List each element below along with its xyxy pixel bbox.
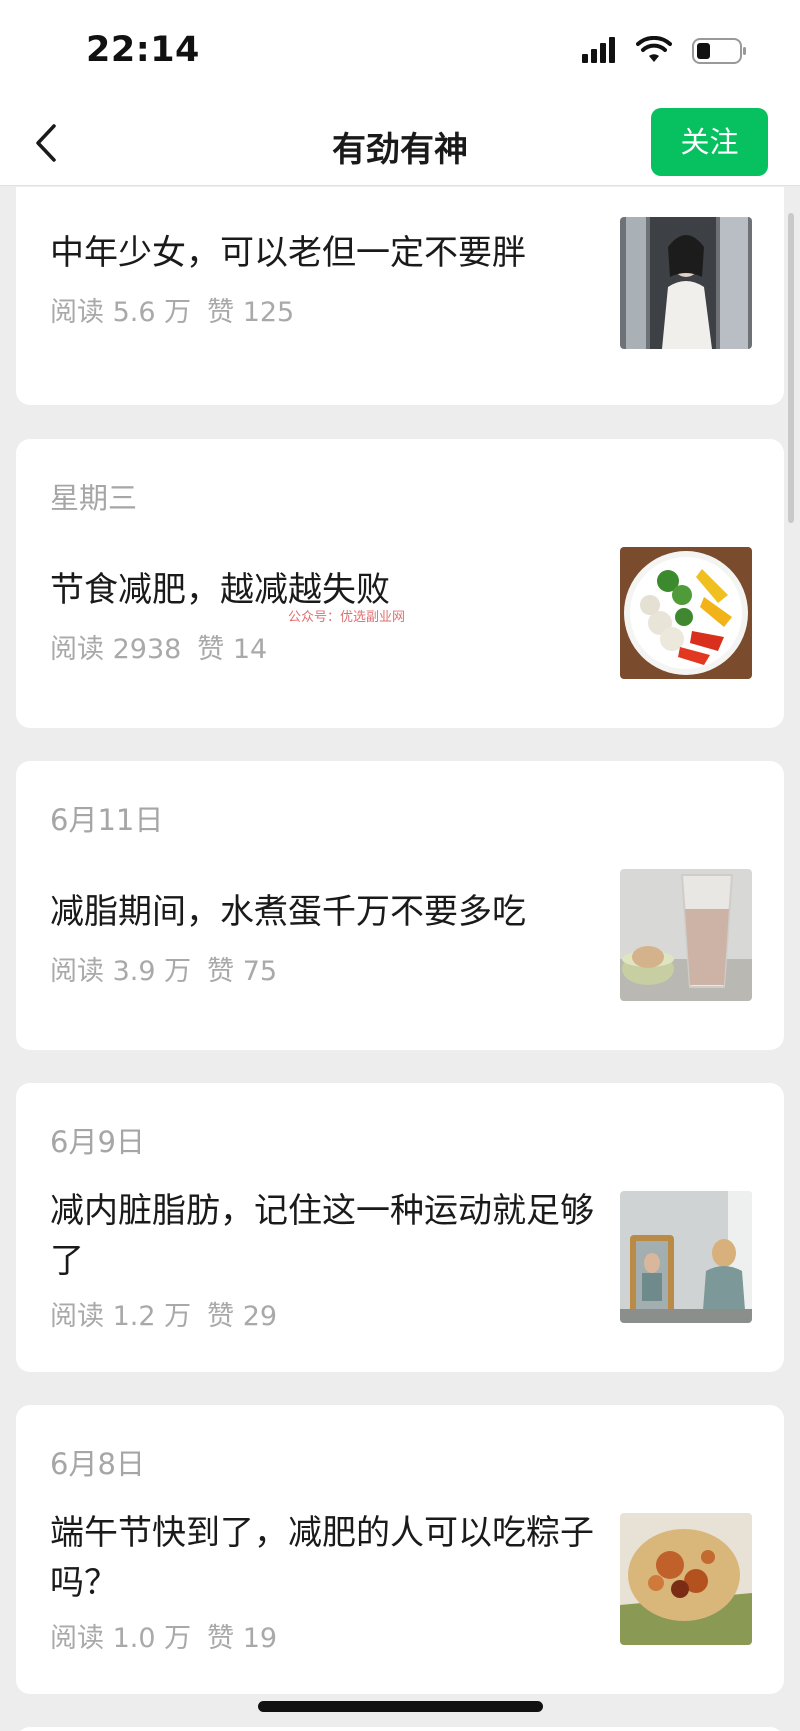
article-date: 星期三 bbox=[50, 481, 138, 515]
read-count: 阅读 3.9 万 bbox=[50, 956, 192, 987]
follow-button[interactable]: 关注 bbox=[651, 108, 768, 176]
article-date: 6月9日 bbox=[50, 1125, 145, 1159]
article-thumbnail bbox=[620, 547, 752, 679]
battery-icon bbox=[692, 38, 746, 64]
article-meta: 阅读 2938 赞 14 bbox=[50, 627, 267, 666]
read-count: 阅读 5.6 万 bbox=[50, 297, 192, 328]
article-title: 中年少女，可以老但一定不要胖 bbox=[50, 233, 526, 273]
milk-egg-photo bbox=[620, 869, 752, 1001]
read-count: 阅读 2938 bbox=[50, 634, 182, 665]
article-thumbnail bbox=[620, 1191, 752, 1323]
article-title: 减内脏脂肪，记住这一种运动就足够了 bbox=[50, 1191, 594, 1281]
vegetable-plate-photo bbox=[620, 547, 752, 679]
like-count: 赞 75 bbox=[207, 956, 278, 987]
status-time: 22:14 bbox=[86, 30, 200, 70]
article-thumbnail bbox=[620, 1513, 752, 1645]
article-date: 6月11日 bbox=[50, 803, 164, 837]
article-thumbnail bbox=[620, 869, 752, 1001]
woman-window-photo bbox=[620, 217, 752, 349]
article-title: 端午节快到了，减肥的人可以吃粽子吗？ bbox=[50, 1513, 594, 1603]
home-indicator bbox=[258, 1701, 543, 1712]
article-meta: 阅读 5.6 万赞 125 bbox=[50, 290, 294, 329]
article-card[interactable]: 6月11日 减脂期间，水煮蛋千万不要多吃 阅读 3.9 万赞 75 bbox=[16, 761, 784, 1050]
article-title: 减脂期间，水煮蛋千万不要多吃 bbox=[50, 892, 526, 932]
wifi-icon bbox=[636, 36, 672, 62]
article-meta: 阅读 1.0 万赞 19 bbox=[50, 1616, 277, 1655]
nav-bar: 有劲有神 关注 bbox=[0, 100, 800, 186]
read-count: 阅读 1.2 万 bbox=[50, 1301, 192, 1332]
signal-icon bbox=[582, 37, 615, 63]
article-date: 6月8日 bbox=[50, 1447, 145, 1481]
scrollbar[interactable] bbox=[788, 213, 794, 523]
like-count: 赞 14 bbox=[197, 634, 268, 665]
like-count: 赞 29 bbox=[207, 1301, 278, 1332]
article-card[interactable]: 6月8日 端午节快到了，减肥的人可以吃粽子吗？ 阅读 1.0 万赞 19 bbox=[16, 1405, 784, 1694]
watermark-text: 公众号：优选副业网 bbox=[288, 610, 406, 625]
article-card[interactable] bbox=[16, 1727, 784, 1731]
article-meta: 阅读 1.2 万赞 29 bbox=[50, 1294, 277, 1333]
mirror-woman-photo bbox=[620, 1191, 752, 1323]
article-list[interactable]: 中年少女，可以老但一定不要胖 阅读 5.6 万赞 125 星期三 节食减肥，越减… bbox=[0, 187, 800, 1731]
article-card[interactable]: 中年少女，可以老但一定不要胖 阅读 5.6 万赞 125 bbox=[16, 187, 784, 405]
article-card[interactable]: 星期三 节食减肥，越减越失败 阅读 2938 赞 14 bbox=[16, 439, 784, 728]
status-bar: 22:14 bbox=[0, 0, 800, 100]
article-card[interactable]: 6月9日 减内脏脂肪，记住这一种运动就足够了 阅读 1.2 万赞 29 bbox=[16, 1083, 784, 1372]
article-meta: 阅读 3.9 万赞 75 bbox=[50, 949, 277, 988]
zongzi-photo bbox=[620, 1513, 752, 1645]
like-count: 赞 19 bbox=[207, 1623, 278, 1654]
like-count: 赞 125 bbox=[207, 297, 295, 328]
article-thumbnail bbox=[620, 217, 752, 349]
read-count: 阅读 1.0 万 bbox=[50, 1623, 192, 1654]
